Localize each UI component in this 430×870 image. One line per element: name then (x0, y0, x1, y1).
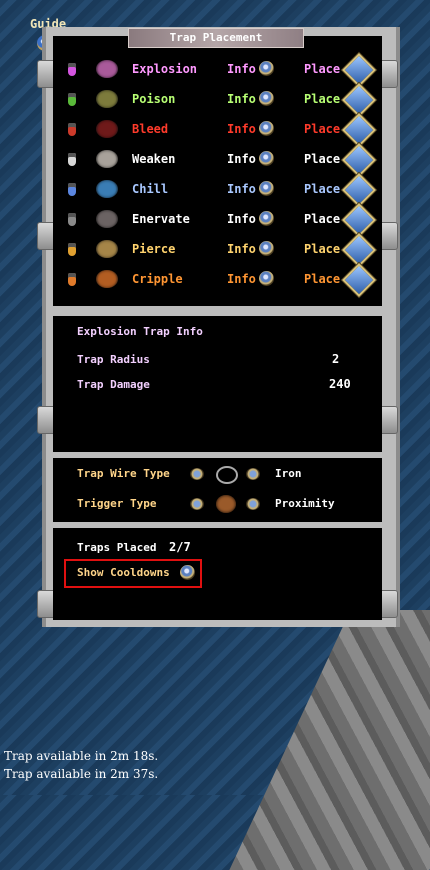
trap-name: Explosion (132, 62, 198, 76)
trap-row: Chill Info Place (60, 173, 380, 207)
system-message: Trap available in 2m 18s. (4, 749, 159, 763)
info-label: Info (227, 242, 256, 256)
trigger-next-arrow-icon[interactable] (246, 498, 260, 510)
traps-placed-label: Traps Placed (77, 541, 157, 554)
trap-name: Pierce (132, 242, 176, 256)
trigger-type-label: Trigger Type (77, 497, 157, 510)
info-button[interactable] (259, 61, 274, 76)
stone-wall-terrain (229, 610, 430, 870)
trap-row: Explosion Info Place (60, 53, 380, 87)
potion-icon (68, 243, 76, 256)
trap-name: Poison (132, 92, 176, 106)
info-label: Info (227, 272, 256, 286)
proximity-trigger-icon (216, 495, 236, 513)
info-label: Info (227, 122, 256, 136)
trigger-prev-arrow-icon[interactable] (190, 498, 204, 510)
info-button[interactable] (259, 271, 274, 286)
info-button[interactable] (259, 121, 274, 136)
trap-pad-icon (96, 210, 118, 228)
stat-damage-value: 240 (329, 377, 351, 391)
trap-row: Cripple Info Place (60, 263, 380, 297)
place-label: Place (304, 92, 341, 106)
wire-next-arrow-icon[interactable] (246, 468, 260, 480)
trap-row: Pierce Info Place (60, 233, 380, 267)
trap-pad-icon (96, 60, 118, 78)
info-button[interactable] (259, 211, 274, 226)
place-label: Place (304, 182, 341, 196)
trap-name: Chill (132, 182, 169, 196)
place-button[interactable] (342, 263, 376, 297)
info-label: Info (227, 92, 256, 106)
stat-radius-label: Trap Radius (77, 353, 150, 366)
info-button[interactable] (259, 241, 274, 256)
place-label: Place (304, 212, 341, 226)
trap-pad-icon (96, 180, 118, 198)
place-label: Place (304, 122, 341, 136)
trap-pad-icon (96, 120, 118, 138)
trigger-type-value: Proximity (275, 497, 335, 510)
potion-icon (68, 63, 76, 76)
info-label: Info (227, 212, 256, 226)
trap-name: Enervate (132, 212, 190, 226)
info-label: Info (227, 62, 256, 76)
trap-row: Poison Info Place (60, 83, 380, 117)
window-title: Trap Placement (128, 28, 304, 48)
place-label: Place (304, 272, 341, 286)
place-button[interactable] (342, 173, 376, 207)
system-message: Trap available in 2m 37s. (4, 767, 159, 781)
stat-radius-value: 2 (332, 352, 340, 366)
place-button[interactable] (342, 53, 376, 87)
info-button[interactable] (259, 181, 274, 196)
place-button[interactable] (342, 113, 376, 147)
potion-icon (68, 183, 76, 196)
potion-icon (68, 273, 76, 286)
info-button[interactable] (259, 151, 274, 166)
trap-pad-icon (96, 90, 118, 108)
potion-icon (68, 153, 76, 166)
place-label: Place (304, 152, 341, 166)
highlight-box (64, 559, 202, 588)
trap-name: Bleed (132, 122, 169, 136)
potion-icon (68, 93, 76, 106)
info-title: Explosion Trap Info (77, 325, 203, 338)
trap-row: Weaken Info Place (60, 143, 380, 177)
traps-placed-value: 2/7 (169, 540, 191, 554)
iron-wire-icon (216, 466, 238, 484)
stat-damage-label: Trap Damage (77, 378, 150, 391)
trap-row: Bleed Info Place (60, 113, 380, 147)
wire-type-label: Trap Wire Type (77, 467, 170, 480)
place-button[interactable] (342, 83, 376, 117)
info-button[interactable] (259, 91, 274, 106)
place-button[interactable] (342, 233, 376, 267)
info-label: Info (227, 152, 256, 166)
trap-name: Weaken (132, 152, 176, 166)
trap-pad-icon (96, 270, 118, 288)
info-label: Info (227, 182, 256, 196)
wire-type-value: Iron (275, 467, 302, 480)
wire-prev-arrow-icon[interactable] (190, 468, 204, 480)
place-button[interactable] (342, 203, 376, 237)
potion-icon (68, 213, 76, 226)
place-label: Place (304, 62, 341, 76)
trap-name: Cripple (132, 272, 183, 286)
place-button[interactable] (342, 143, 376, 177)
potion-icon (68, 123, 76, 136)
trap-row: Enervate Info Place (60, 203, 380, 237)
trap-pad-icon (96, 240, 118, 258)
trap-pad-icon (96, 150, 118, 168)
place-label: Place (304, 242, 341, 256)
